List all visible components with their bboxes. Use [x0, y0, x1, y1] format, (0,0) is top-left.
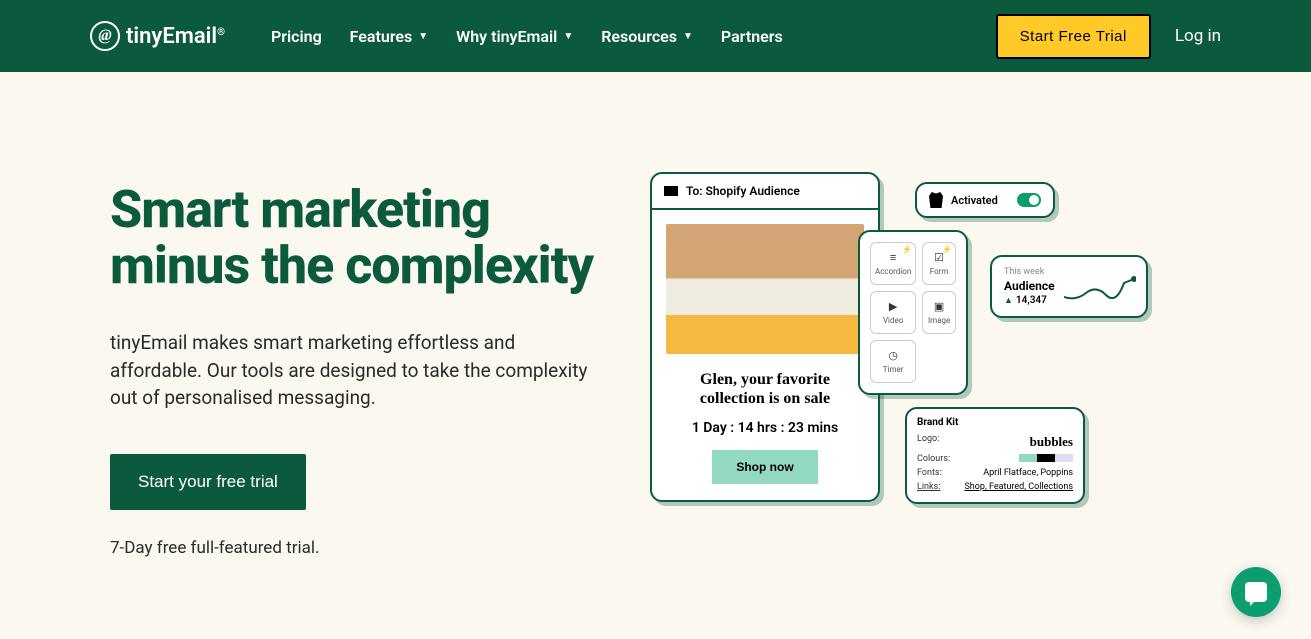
- bolt-icon: ⚡: [942, 245, 952, 254]
- start-trial-header-button[interactable]: Start Free Trial: [996, 14, 1151, 59]
- chevron-down-icon: ▼: [418, 31, 428, 42]
- login-link[interactable]: Log in: [1175, 26, 1221, 46]
- chat-widget-button[interactable]: [1231, 567, 1281, 617]
- shop-now-button[interactable]: Shop now: [712, 450, 817, 484]
- at-icon: @: [90, 21, 120, 51]
- brand-name: tinyEmail®: [126, 24, 225, 49]
- hero-description: tinyEmail makes smart marketing effortle…: [110, 329, 600, 412]
- main-nav: Pricing Features▼ Why tinyEmail▼ Resourc…: [271, 27, 783, 46]
- email-preview-card: To: Shopify Audience Glen, your favorite…: [650, 172, 880, 502]
- nav-why[interactable]: Why tinyEmail▼: [456, 27, 573, 46]
- hero-title: Smart marketing minus the complexity: [110, 182, 610, 294]
- bolt-icon: ⚡: [902, 245, 912, 254]
- widget-timer[interactable]: ◷Timer: [870, 340, 916, 383]
- widgets-panel: ⚡≡Accordion ⚡☑Form ▶Video ▣Image ◷Timer: [858, 230, 968, 395]
- chevron-down-icon: ▼: [683, 31, 693, 42]
- email-to-field: To: Shopify Audience: [652, 174, 878, 210]
- nav-pricing[interactable]: Pricing: [271, 27, 322, 46]
- product-image: [666, 224, 864, 354]
- nav-partners[interactable]: Partners: [721, 27, 783, 46]
- shopify-icon: [929, 192, 943, 208]
- trial-note: 7-Day free full-featured trial.: [110, 538, 610, 558]
- activated-toggle[interactable]: [1017, 193, 1041, 207]
- video-icon: ▶: [875, 300, 911, 313]
- widget-image[interactable]: ▣Image: [922, 291, 956, 334]
- widget-form[interactable]: ⚡☑Form: [922, 242, 956, 285]
- swatch-3: [1055, 454, 1073, 462]
- hero-illustration: To: Shopify Audience Glen, your favorite…: [650, 152, 1201, 558]
- header-actions: Start Free Trial Log in: [996, 14, 1221, 59]
- mail-icon: [664, 186, 678, 196]
- brand-kit-card: Brand Kit Logo: bubbles Colours: Fonts: …: [905, 407, 1085, 504]
- widget-accordion[interactable]: ⚡≡Accordion: [870, 242, 916, 285]
- swatch-1: [1019, 454, 1037, 462]
- brand-kit-title: Brand Kit: [917, 417, 1073, 428]
- chat-icon: [1245, 582, 1267, 602]
- start-trial-hero-button[interactable]: Start your free trial: [110, 454, 306, 510]
- nav-features[interactable]: Features▼: [350, 27, 429, 46]
- arrow-up-icon: ▲: [1004, 295, 1013, 306]
- sparkline-chart: [1064, 275, 1136, 303]
- email-headline: Glen, your favorite collection is on sal…: [666, 370, 864, 408]
- audience-stats-card: This week Audience ▲14,347: [990, 255, 1148, 318]
- widget-video[interactable]: ▶Video: [870, 291, 916, 334]
- email-body: Glen, your favorite collection is on sal…: [652, 210, 878, 498]
- brand-fonts-row: Fonts: April Flatface, Poppins: [917, 466, 1073, 480]
- activated-card: Activated: [915, 182, 1055, 218]
- activated-label: Activated: [951, 194, 998, 207]
- brand-colours-row: Colours:: [917, 452, 1073, 466]
- timer-icon: ◷: [875, 349, 911, 362]
- hero-content: Smart marketing minus the complexity tin…: [110, 182, 610, 558]
- brand-logo-row: Logo: bubbles: [917, 432, 1073, 452]
- chevron-down-icon: ▼: [563, 31, 573, 42]
- nav-resources[interactable]: Resources▼: [601, 27, 693, 46]
- brand-logo[interactable]: @ tinyEmail®: [90, 21, 225, 51]
- colour-swatches: [1019, 454, 1073, 464]
- countdown-timer: 1 Day : 14 hrs : 23 mins: [666, 420, 864, 436]
- main-header: @ tinyEmail® Pricing Features▼ Why tinyE…: [0, 0, 1311, 72]
- brand-links-row: Links: Shop, Featured, Collections: [917, 480, 1073, 494]
- hero-section: Smart marketing minus the complexity tin…: [0, 72, 1311, 558]
- brand-links: Shop, Featured, Collections: [964, 482, 1073, 492]
- image-icon: ▣: [927, 300, 951, 313]
- swatch-2: [1037, 454, 1055, 462]
